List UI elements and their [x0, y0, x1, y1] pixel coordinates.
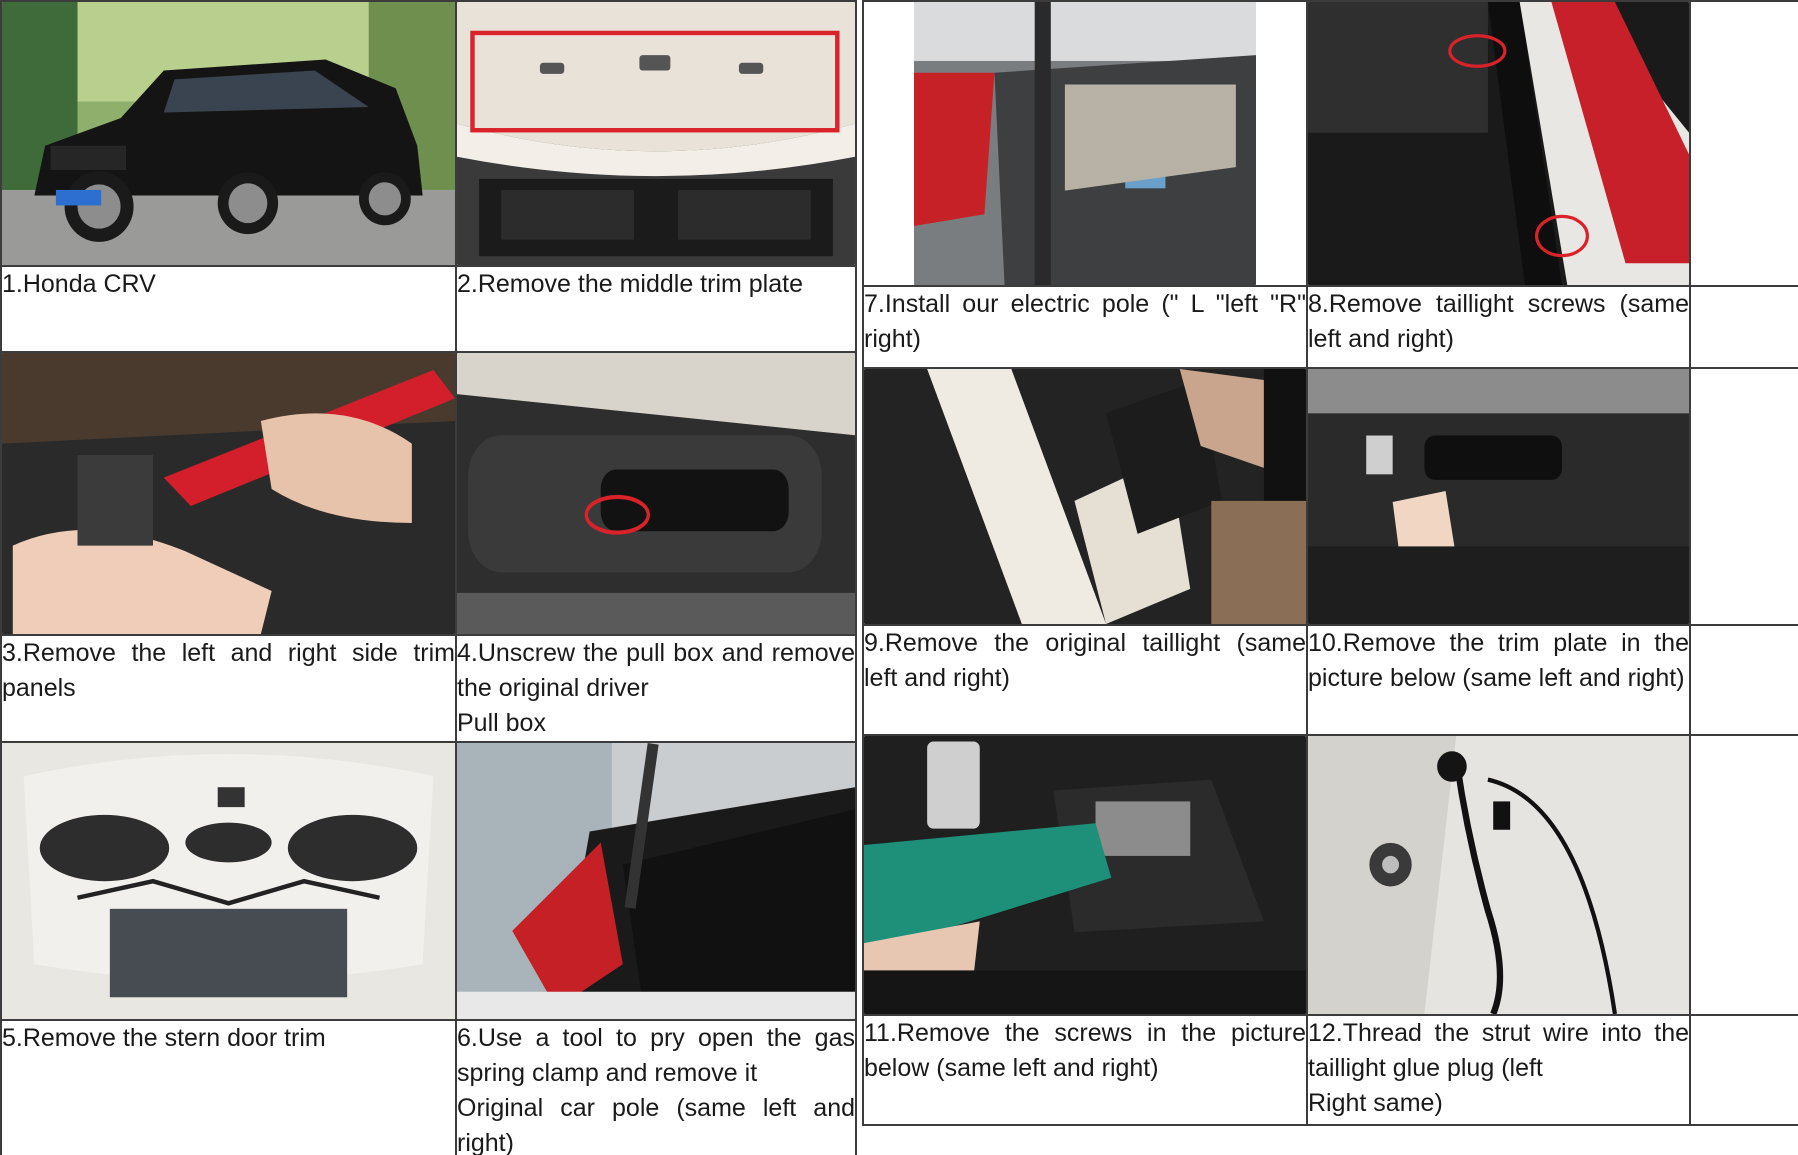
- step-1-caption: 1.Honda CRV: [0, 265, 457, 354]
- right-margin-cell: [1689, 0, 1798, 287]
- step-6-caption: 6.Use a tool to pry open the gas spring …: [455, 1019, 857, 1155]
- step-10-photo-cell: [1306, 367, 1691, 626]
- step-7-photo-cell: [862, 0, 1308, 287]
- step-10-caption: 10.Remove the trim plate in the picture …: [1306, 624, 1691, 736]
- step-7-caption: 7.Install our electric pole (" L "left "…: [862, 285, 1308, 369]
- step-1-photo-cell: [0, 0, 457, 268]
- screws-removal-photo: [864, 736, 1306, 1014]
- electric-pole-install-photo: [914, 2, 1256, 285]
- step-6-photo-cell: [455, 741, 857, 1022]
- step-2-caption: 2.Remove the middle trim plate: [455, 265, 857, 354]
- trim-plate-photo: [1308, 369, 1689, 624]
- step-4-photo-cell: [455, 351, 857, 637]
- step-9-photo-cell: [862, 367, 1308, 626]
- step-5-caption: 5.Remove the stern door trim: [0, 1019, 457, 1155]
- strut-wire-photo: [1308, 736, 1689, 1014]
- step-5-photo-cell: [0, 741, 457, 1022]
- instruction-panel-left: 1.Honda CRV 2.Remove the middle trim pla…: [0, 0, 857, 1155]
- taillight-screws-photo: [1308, 2, 1689, 285]
- step-11-photo-cell: [862, 734, 1308, 1016]
- step-3-caption: 3.Remove the left and right side trim pa…: [0, 634, 457, 744]
- right-margin-cell: [1689, 734, 1798, 1016]
- step-9-caption: 9.Remove the original taillight (same le…: [862, 624, 1308, 736]
- step-8-photo-cell: [1306, 0, 1691, 287]
- step-table-left: 1.Honda CRV 2.Remove the middle trim pla…: [0, 0, 857, 1155]
- step-2-photo-cell: [455, 0, 857, 268]
- right-margin-cell: [1689, 1014, 1798, 1126]
- stern-door-trim-photo: [2, 743, 455, 1020]
- original-taillight-photo: [864, 369, 1306, 624]
- step-11-caption: 11.Remove the screws in the picture belo…: [862, 1014, 1308, 1126]
- step-8-caption: 8.Remove taillight screws (same left and…: [1306, 285, 1691, 369]
- instruction-panel-right: 7.Install our electric pole (" L "left "…: [862, 0, 1798, 1130]
- side-trim-panels-photo: [2, 353, 455, 635]
- right-margin-cell: [1689, 367, 1798, 626]
- step-12-caption: 12.Thread the strut wire into the tailli…: [1306, 1014, 1691, 1126]
- step-3-photo-cell: [0, 351, 457, 637]
- honda-crv-photo: [2, 2, 455, 266]
- right-margin-cell: [1689, 624, 1798, 736]
- step-12-photo-cell: [1306, 734, 1691, 1016]
- step-4-caption: 4.Unscrew the pull box and remove the or…: [455, 634, 857, 744]
- right-margin-cell: [1689, 285, 1798, 369]
- step-table-right: 7.Install our electric pole (" L "left "…: [862, 0, 1798, 1126]
- gas-spring-clamp-photo: [457, 743, 855, 1020]
- middle-trim-plate-photo: [457, 2, 855, 266]
- pull-box-photo: [457, 353, 855, 635]
